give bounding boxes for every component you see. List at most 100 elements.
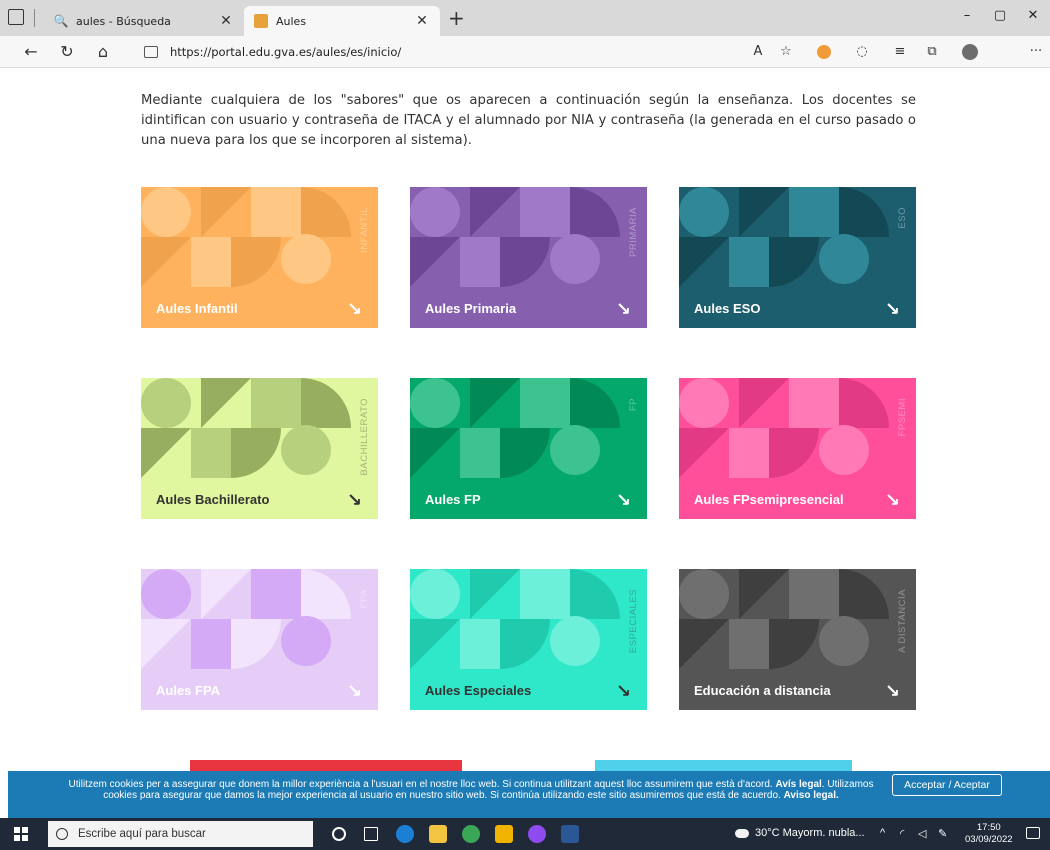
vpn-app-icon[interactable] <box>528 825 546 843</box>
accept-cookies-button[interactable]: Acceptar / Aceptar <box>892 774 1002 796</box>
edge-icon[interactable] <box>396 825 414 843</box>
page-content: Mediante cualquiera de los "sabores" que… <box>0 69 1050 771</box>
taskbar-clock[interactable]: 17:50 03/09/2022 <box>965 822 1013 846</box>
aules-card[interactable]: INFANTIL Aules Infantil ↘ <box>141 187 378 328</box>
tab-title: Aules <box>276 14 307 28</box>
aules-card[interactable]: FPA Aules FPA ↘ <box>141 569 378 710</box>
card-title: Aules Infantil <box>156 301 238 316</box>
cookie-text-ca: Utilitzem cookies per a assegurar que do… <box>68 779 773 790</box>
notification-icon[interactable] <box>1026 827 1040 839</box>
weather-text: 30°C Mayorm. nubla... <box>755 827 865 839</box>
cookie-banner: Utilitzem cookies per a assegurar que do… <box>8 771 1050 818</box>
partial-card[interactable] <box>595 760 852 771</box>
tab-aules[interactable]: Aules ✕ <box>244 6 440 36</box>
cortana-icon[interactable] <box>332 827 346 841</box>
aules-card[interactable]: A DISTANCIA Educación a distancia ↘ <box>679 569 916 710</box>
aules-card[interactable]: FPSEMI Aules FPsemipresencial ↘ <box>679 378 916 519</box>
cookie-text: Utilitzem cookies per a assegurar que do… <box>68 779 874 801</box>
card-title: Aules Especiales <box>425 683 532 698</box>
lock-icon <box>144 46 158 58</box>
favorite-star-icon[interactable]: ☆ <box>776 42 796 62</box>
collections-icon[interactable]: ⧉ <box>922 42 942 62</box>
browser-tab-bar: 🔍 aules - Búsqueda ✕ Aules ✕ + – ▢ ✕ <box>0 0 1050 36</box>
aules-card[interactable]: BACHILLERATO Aules Bachillerato ↘ <box>141 378 378 519</box>
network-icon[interactable]: ◜ <box>900 827 904 840</box>
address-bar: ← ↻ ⌂ https://portal.edu.gva.es/aules/es… <box>0 36 1050 68</box>
extension-icon[interactable] <box>814 42 834 62</box>
aules-favicon-icon <box>254 14 268 28</box>
card-pattern <box>141 378 351 478</box>
card-pattern <box>679 378 889 478</box>
aules-card[interactable]: PRIMARIA Aules Primaria ↘ <box>410 187 647 328</box>
profile-avatar[interactable] <box>960 42 980 62</box>
card-pattern <box>410 187 620 287</box>
card-side-label: A DISTANCIA <box>897 589 908 653</box>
chrome-icon[interactable] <box>462 825 480 843</box>
card-title: Aules ESO <box>694 301 761 316</box>
card-title: Aules FP <box>425 492 481 507</box>
card-title: Aules FPsemipresencial <box>694 492 844 507</box>
intro-text: Mediante cualquiera de los "sabores" que… <box>141 93 916 148</box>
card-side-label: INFANTIL <box>359 207 370 253</box>
tab-actions-icon[interactable] <box>8 9 24 25</box>
minimize-button[interactable]: – <box>952 8 982 23</box>
refresh-icon[interactable]: ↻ <box>56 41 78 63</box>
aules-card[interactable]: FP Aules FP ↘ <box>410 378 647 519</box>
volume-icon[interactable]: ◁ <box>918 827 926 840</box>
read-aloud-icon[interactable]: A <box>748 42 768 62</box>
card-side-label: BACHILLERATO <box>359 398 370 476</box>
card-title: Aules Bachillerato <box>156 492 270 507</box>
card-title: Educación a distancia <box>694 683 831 698</box>
card-side-label: FPA <box>359 589 370 609</box>
arrow-down-right-icon: ↘ <box>615 490 631 511</box>
arrow-down-right-icon: ↘ <box>884 490 900 511</box>
card-side-label: ESPECIALES <box>628 589 639 654</box>
arrow-down-right-icon: ↘ <box>884 681 900 702</box>
weather-widget[interactable]: 30°C Mayorm. nubla... <box>735 827 865 839</box>
close-icon[interactable]: ✕ <box>218 13 234 29</box>
restore-button[interactable]: ▢ <box>985 8 1015 23</box>
task-view-icon[interactable] <box>364 827 378 841</box>
more-options-icon[interactable]: ··· <box>1026 42 1046 62</box>
favorites-icon[interactable]: ≡ <box>890 42 910 62</box>
card-pattern <box>410 378 620 478</box>
word-icon[interactable] <box>561 825 579 843</box>
sticky-app-icon[interactable] <box>495 825 513 843</box>
browser-essentials-icon[interactable]: ◌ <box>852 42 872 62</box>
card-title: Aules FPA <box>156 683 221 698</box>
search-icon <box>56 828 68 840</box>
chevron-up-icon[interactable]: ^ <box>880 827 885 839</box>
aules-card[interactable]: ESO Aules ESO ↘ <box>679 187 916 328</box>
tab-title: aules - Búsqueda <box>76 14 171 28</box>
legal-link-es[interactable]: Aviso legal. <box>784 790 839 801</box>
legal-link-ca[interactable]: Avís legal <box>775 779 821 790</box>
windows-taskbar: Escribe aquí para buscar 30°C Mayorm. nu… <box>0 818 1050 850</box>
arrow-down-right-icon: ↘ <box>615 299 631 320</box>
search-placeholder: Escribe aquí para buscar <box>78 828 206 840</box>
card-pattern <box>141 187 351 287</box>
clock-time: 17:50 <box>976 822 1001 833</box>
url-field[interactable]: https://portal.edu.gva.es/aules/es/inici… <box>128 40 828 64</box>
arrow-down-right-icon: ↘ <box>346 490 362 511</box>
card-pattern <box>679 569 889 669</box>
new-tab-button[interactable]: + <box>448 6 465 30</box>
arrow-down-right-icon: ↘ <box>346 299 362 320</box>
tab-search[interactable]: 🔍 aules - Búsqueda ✕ <box>44 6 244 36</box>
card-pattern <box>141 569 351 669</box>
arrow-down-right-icon: ↘ <box>615 681 631 702</box>
windows-start-icon[interactable] <box>14 827 28 841</box>
card-side-label: FPSEMI <box>897 398 908 437</box>
home-icon[interactable]: ⌂ <box>92 41 114 63</box>
close-window-button[interactable]: ✕ <box>1018 8 1048 23</box>
file-explorer-icon[interactable] <box>429 825 447 843</box>
pen-icon[interactable]: ✎ <box>938 827 947 840</box>
close-icon[interactable]: ✕ <box>414 13 430 29</box>
partial-card[interactable] <box>190 760 462 771</box>
arrow-down-right-icon: ↘ <box>884 299 900 320</box>
search-icon: 🔍 <box>53 14 69 28</box>
tab-separator <box>34 9 35 27</box>
url-text: https://portal.edu.gva.es/aules/es/inici… <box>170 45 402 59</box>
back-icon[interactable]: ← <box>20 41 42 63</box>
taskbar-search[interactable]: Escribe aquí para buscar <box>48 821 313 847</box>
aules-card[interactable]: ESPECIALES Aules Especiales ↘ <box>410 569 647 710</box>
